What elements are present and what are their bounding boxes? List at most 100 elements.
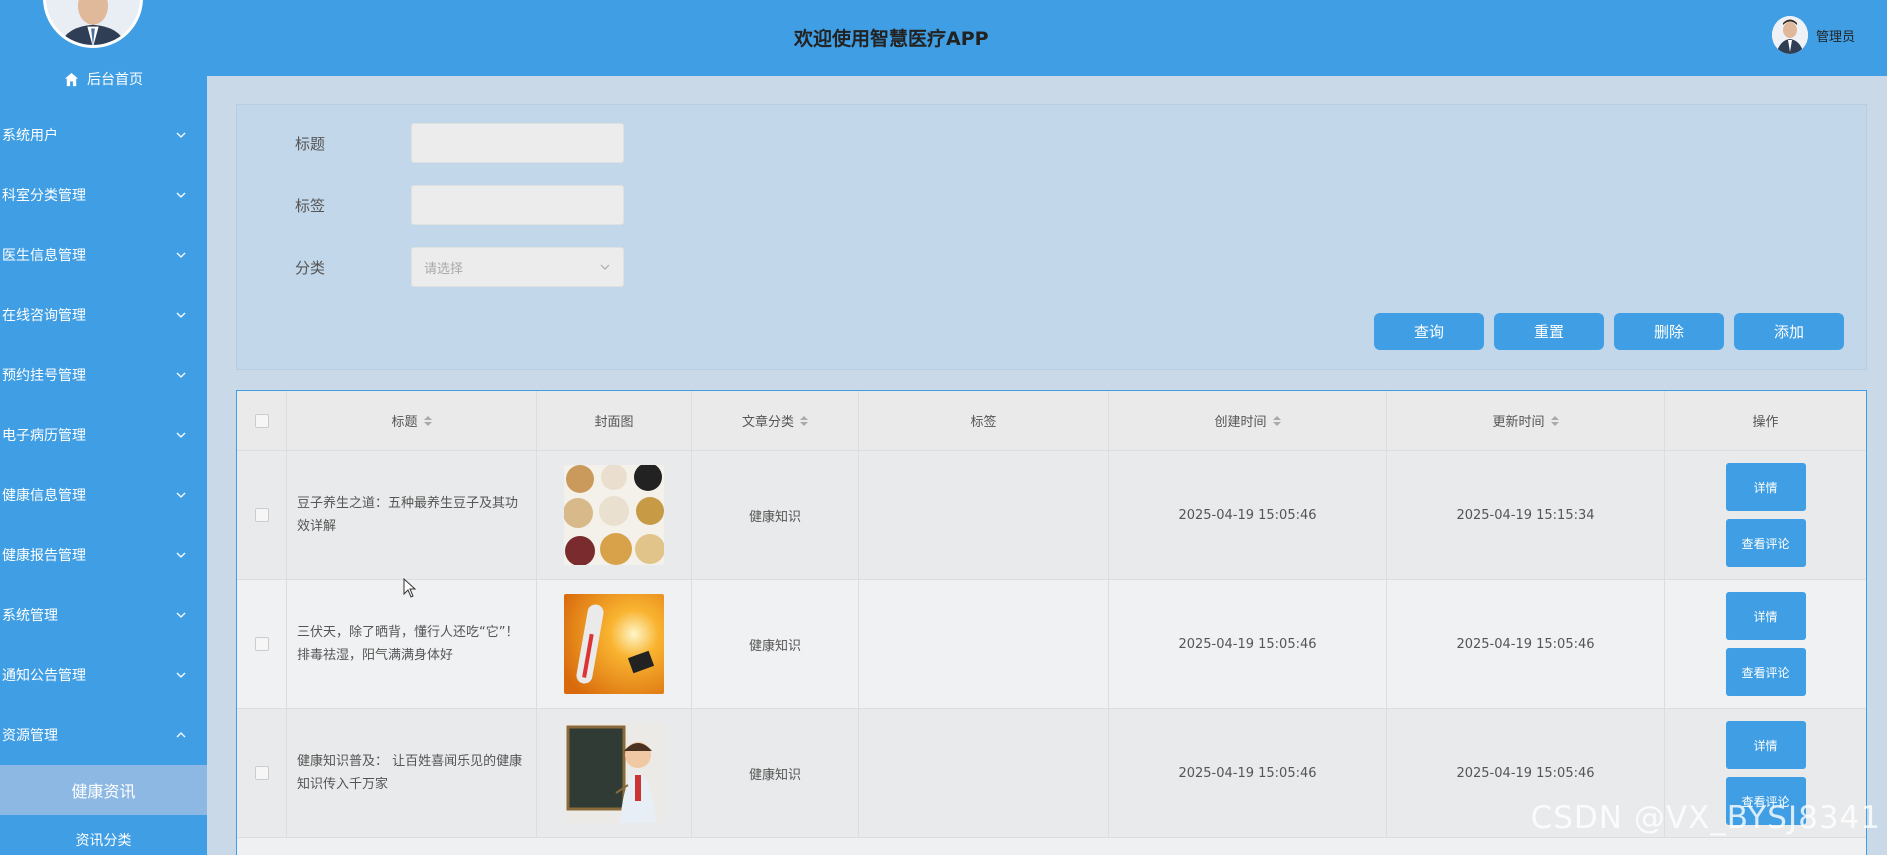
row-checkbox[interactable] [254, 637, 269, 651]
menu-item-departments[interactable]: 科室分类管理 [0, 165, 207, 225]
cover-image-lecture[interactable] [564, 723, 664, 823]
user-menu[interactable]: 管理员 [1771, 16, 1855, 54]
category-select[interactable]: 请选择 [411, 247, 624, 287]
tag-filter-input[interactable] [411, 185, 624, 225]
chevron-up-icon [176, 732, 186, 738]
header-tag: 标签 [859, 391, 1109, 450]
menu-item-health-reports[interactable]: 健康报告管理 [0, 525, 207, 585]
chevron-down-icon [176, 672, 186, 678]
row-category: 健康知识 [692, 580, 859, 708]
title-filter-row: 标题 [295, 123, 624, 163]
chevron-down-icon [176, 132, 186, 138]
menu-item-consultation[interactable]: 在线咨询管理 [0, 285, 207, 345]
table-row: 豆子养生之道：五种最养生豆子及其功效详解 健康知识 2025-04-19 15:… [237, 451, 1866, 580]
home-link[interactable]: 后台首页 [0, 68, 207, 90]
title-filter-label: 标题 [295, 134, 326, 153]
header-created[interactable]: 创建时间 [1109, 391, 1387, 450]
select-all-checkbox[interactable] [254, 413, 269, 428]
view-comments-button[interactable]: 查看评论 [1725, 519, 1806, 567]
action-buttons: 查询 重置 删除 添加 [1374, 313, 1844, 350]
query-button[interactable]: 查询 [1374, 313, 1484, 350]
tag-filter-row: 标签 [295, 185, 624, 225]
detail-button[interactable]: 详情 [1725, 463, 1806, 511]
chevron-down-icon [176, 312, 186, 318]
menu-item-health-info[interactable]: 健康信息管理 [0, 465, 207, 525]
row-check-cell [237, 451, 287, 579]
sort-icon[interactable] [1550, 415, 1559, 426]
submenu-news-categories[interactable]: 资讯分类 [0, 815, 207, 855]
chevron-down-icon [176, 372, 186, 378]
tag-filter-label: 标签 [295, 196, 326, 215]
delete-button[interactable]: 删除 [1614, 313, 1724, 350]
menu-item-medical-records[interactable]: 电子病历管理 [0, 405, 207, 465]
row-tag [859, 451, 1109, 579]
row-cover-cell [537, 451, 692, 579]
menu-item-doctors[interactable]: 医生信息管理 [0, 225, 207, 285]
mouse-cursor-icon [403, 578, 417, 598]
row-title: 豆子养生之道：五种最养生豆子及其功效详解 [287, 451, 537, 579]
row-cover-cell [537, 580, 692, 708]
header-cover: 封面图 [537, 391, 692, 450]
page-title: 欢迎使用智慧医疗APP [794, 28, 989, 50]
category-filter-label: 分类 [295, 258, 326, 277]
row-title: 三伏天，除了晒背，懂行人还吃“它”！排毒祛湿，阳气满满身体好 [287, 580, 537, 708]
reset-button[interactable]: 重置 [1494, 313, 1604, 350]
cover-image-beans[interactable] [564, 465, 664, 565]
view-comments-button[interactable]: 查看评论 [1725, 648, 1806, 696]
sidebar-menu: 系统用户 科室分类管理 医生信息管理 在线咨询管理 预约挂号管理 电子病历管理 … [0, 105, 207, 855]
detail-button[interactable]: 详情 [1725, 592, 1806, 640]
menu-item-notices[interactable]: 通知公告管理 [0, 645, 207, 705]
header-updated[interactable]: 更新时间 [1387, 391, 1665, 450]
submenu-health-news[interactable]: 健康资讯 [0, 765, 207, 815]
sort-icon[interactable] [1272, 415, 1281, 426]
watermark: CSDN @VX_BYSJ8341 [1530, 800, 1881, 836]
add-button[interactable]: 添加 [1734, 313, 1844, 350]
menu-item-appointments[interactable]: 预约挂号管理 [0, 345, 207, 405]
row-check-cell [237, 580, 287, 708]
row-check-cell [237, 709, 287, 837]
table-body: 豆子养生之道：五种最养生豆子及其功效详解 健康知识 2025-04-19 15:… [237, 451, 1866, 838]
row-cover-cell [537, 709, 692, 837]
header-title[interactable]: 标题 [287, 391, 537, 450]
row-checkbox[interactable] [254, 766, 269, 780]
category-placeholder: 请选择 [424, 261, 464, 277]
chevron-down-icon [176, 432, 186, 438]
row-category: 健康知识 [692, 709, 859, 837]
menu-item-resources[interactable]: 资源管理 [0, 705, 207, 765]
row-title: 健康知识普及： 让百姓喜闻乐见的健康知识传入千万家 [287, 709, 537, 837]
chevron-down-icon [600, 264, 610, 270]
sidebar: 后台首页 系统用户 科室分类管理 医生信息管理 在线咨询管理 预约挂号管理 电子… [0, 0, 207, 855]
news-table: 标题 封面图 文章分类 标签 创建时间 更新时间 操作 豆子养生之道：五种最养生… [236, 390, 1867, 855]
chevron-down-icon [176, 252, 186, 258]
detail-button[interactable]: 详情 [1725, 721, 1806, 769]
chevron-down-icon [176, 552, 186, 558]
admin-avatar [43, 0, 143, 48]
top-header: 欢迎使用智慧医疗APP 管理员 [207, 0, 1887, 76]
user-name: 管理员 [1815, 29, 1855, 45]
menu-item-system-users[interactable]: 系统用户 [0, 105, 207, 165]
search-panel: 标题 标签 分类 请选择 查询 重置 删除 添加 [236, 104, 1867, 370]
row-created: 2025-04-19 15:05:46 [1109, 580, 1387, 708]
menu-item-system-settings[interactable]: 系统管理 [0, 585, 207, 645]
chevron-down-icon [176, 192, 186, 198]
sort-icon[interactable] [423, 415, 432, 426]
select-all-cell [237, 391, 287, 450]
row-ops: 详情 查看评论 [1665, 580, 1866, 708]
title-filter-input[interactable] [411, 123, 624, 163]
table-row: 三伏天，除了晒背，懂行人还吃“它”！排毒祛湿，阳气满满身体好 健康知识 2025… [237, 580, 1866, 709]
home-icon [64, 72, 79, 86]
user-avatar [1771, 16, 1808, 54]
row-updated: 2025-04-19 15:05:46 [1387, 580, 1665, 708]
cover-image-thermometer[interactable] [564, 594, 664, 694]
row-checkbox[interactable] [254, 508, 269, 522]
chevron-down-icon [176, 492, 186, 498]
row-category: 健康知识 [692, 451, 859, 579]
row-ops: 详情 查看评论 [1665, 451, 1866, 579]
header-ops: 操作 [1752, 415, 1779, 430]
header-category[interactable]: 文章分类 [692, 391, 859, 450]
row-updated: 2025-04-19 15:15:34 [1387, 451, 1665, 579]
sort-icon[interactable] [800, 415, 808, 426]
table-header: 标题 封面图 文章分类 标签 创建时间 更新时间 操作 [237, 391, 1866, 451]
row-tag [859, 709, 1109, 837]
category-filter-row: 分类 请选择 [295, 247, 624, 287]
